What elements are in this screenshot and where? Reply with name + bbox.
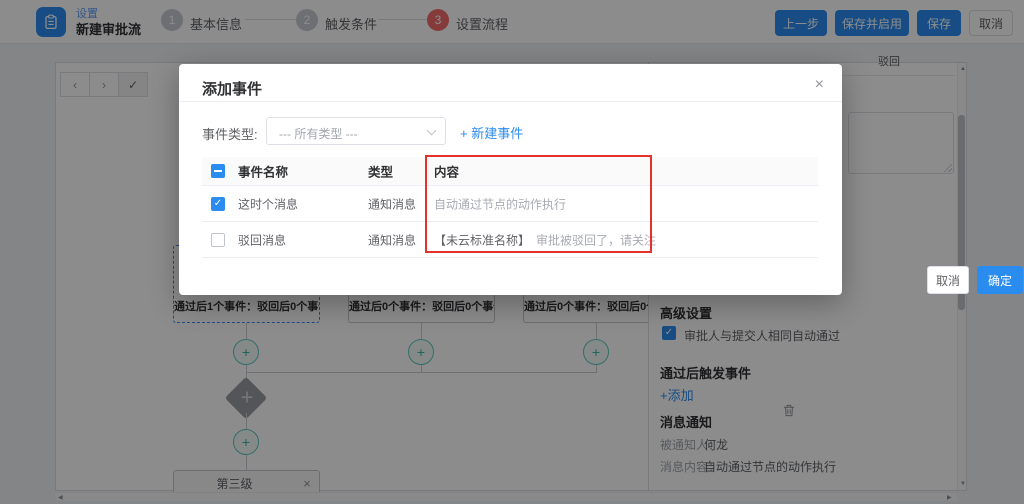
table-row[interactable]: 这时个消息 通知消息 自动通过节点的动作执行 xyxy=(202,186,818,222)
event-content: 自动通过节点的动作执行 xyxy=(434,195,566,212)
event-content-text: 审批被驳回了，请关注 xyxy=(536,233,656,247)
row-checkbox[interactable] xyxy=(211,197,225,211)
table-header-row: 事件名称 类型 内容 xyxy=(202,157,818,186)
table-row[interactable]: 驳回消息 通知消息 【未云标准名称】审批被驳回了，请关注 xyxy=(202,222,818,258)
event-type-select[interactable]: --- 所有类型 --- xyxy=(266,117,446,145)
screen: 通过后1个事件：驳回后0个事件 通过后0个事件：驳回后0个事件 通过后0个事件：… xyxy=(0,0,1024,504)
row-checkbox[interactable] xyxy=(211,233,225,247)
event-content: 【未云标准名称】审批被驳回了，请关注 xyxy=(434,231,656,248)
event-type-label: 事件类型: xyxy=(202,124,258,143)
col-name: 事件名称 xyxy=(238,162,288,181)
chevron-down-icon xyxy=(427,126,437,136)
modal-divider xyxy=(179,101,842,102)
select-all-checkbox[interactable] xyxy=(211,164,225,178)
event-type: 通知消息 xyxy=(368,231,416,248)
new-event-link[interactable]: + 新建事件 xyxy=(460,123,523,142)
modal-cancel-button[interactable]: 取消 xyxy=(927,266,969,294)
event-name: 这时个消息 xyxy=(238,195,298,212)
modal-title: 添加事件 xyxy=(202,78,262,99)
close-icon[interactable]: × xyxy=(815,76,824,94)
event-table: 事件名称 类型 内容 这时个消息 通知消息 自动通过节点的动作执行 驳回消息 通… xyxy=(202,157,818,258)
event-type-value: --- 所有类型 --- xyxy=(279,125,358,142)
event-type: 通知消息 xyxy=(368,195,416,212)
add-event-modal: 添加事件 × 事件类型: --- 所有类型 --- + 新建事件 事件名称 类型… xyxy=(179,64,842,295)
event-content-prefix: 【未云标准名称】 xyxy=(434,233,530,247)
event-name: 驳回消息 xyxy=(238,231,286,248)
col-type: 类型 xyxy=(368,162,393,181)
modal-ok-button[interactable]: 确定 xyxy=(977,266,1023,294)
col-content: 内容 xyxy=(434,162,459,181)
event-content-text: 自动通过节点的动作执行 xyxy=(434,197,566,211)
